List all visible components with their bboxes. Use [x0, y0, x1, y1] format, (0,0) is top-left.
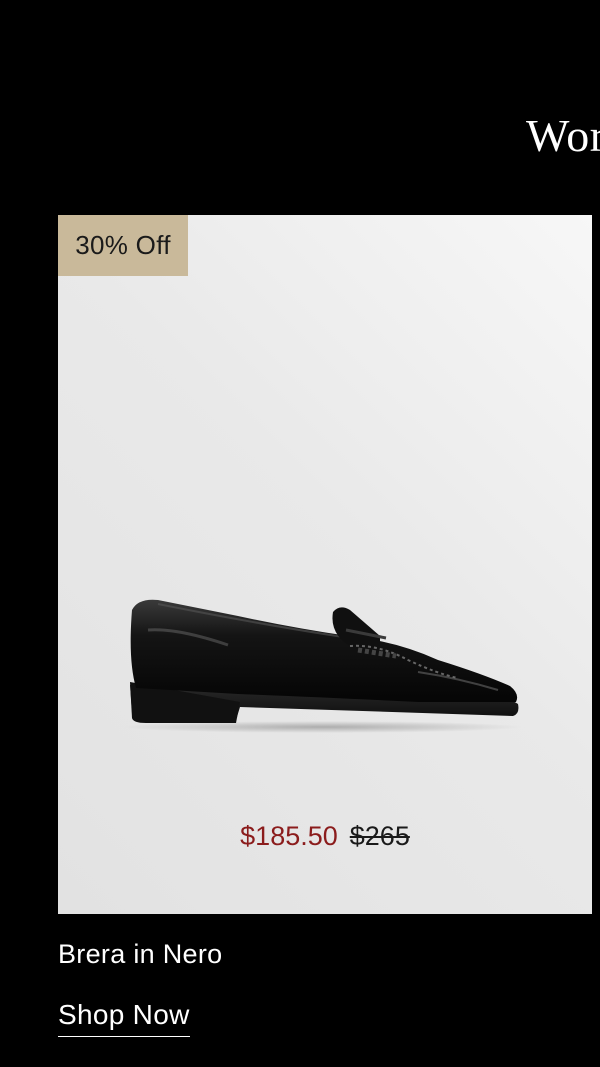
product-name[interactable]: Brera in Nero — [58, 936, 222, 972]
sale-price: $185.50 — [240, 821, 338, 851]
loafer-shoe-image[interactable] — [118, 590, 528, 735]
original-price: $265 — [349, 821, 410, 851]
price-row: $185.50 $265 — [58, 818, 592, 854]
shop-now-link[interactable]: Shop Now — [58, 996, 190, 1037]
product-card[interactable]: 30% Off $185.50 $265 — [58, 215, 592, 914]
discount-badge: 30% Off — [58, 215, 188, 276]
next-card-edge — [592, 215, 600, 914]
section-heading: Wor — [526, 110, 600, 161]
